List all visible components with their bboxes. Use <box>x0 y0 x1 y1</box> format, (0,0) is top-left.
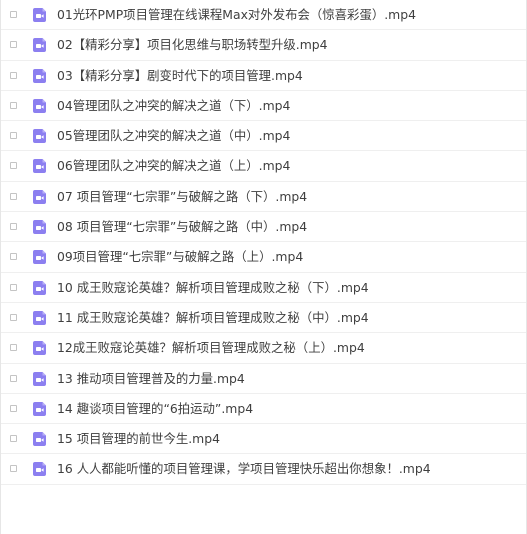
file-row[interactable]: 05管理团队之冲突的解决之道（中）.mp4 <box>1 121 526 152</box>
file-name[interactable]: 08 项目管理“七宗罪”与破解之路（中）.mp4 <box>57 212 307 242</box>
video-file-icon <box>33 432 46 447</box>
file-row[interactable]: 12成王败寇论英雄？解析项目管理成败之秘（上）.mp4 <box>1 333 526 364</box>
file-row[interactable]: 02【精彩分享】项目化思维与职场转型升级.mp4 <box>1 30 526 61</box>
file-name[interactable]: 02【精彩分享】项目化思维与职场转型升级.mp4 <box>57 30 328 60</box>
video-file-icon <box>33 220 46 235</box>
video-file-icon <box>33 371 46 386</box>
file-name[interactable]: 16 人人都能听懂的项目管理课，学项目管理快乐超出你想象！.mp4 <box>57 454 431 484</box>
row-checkbox[interactable] <box>10 223 17 231</box>
file-list: 01光环PMP项目管理在线课程Max对外发布会（惊喜彩蛋）.mp4 02【精彩分… <box>0 0 527 534</box>
file-row[interactable]: 01光环PMP项目管理在线课程Max对外发布会（惊喜彩蛋）.mp4 <box>1 0 526 31</box>
video-file-icon <box>33 341 46 356</box>
file-name[interactable]: 11 成王败寇论英雄？解析项目管理成败之秘（中）.mp4 <box>57 303 369 333</box>
video-file-icon <box>33 189 46 204</box>
row-checkbox[interactable] <box>10 374 17 382</box>
file-row[interactable]: 07 项目管理“七宗罪”与破解之路（下）.mp4 <box>1 182 526 213</box>
video-file-icon <box>33 462 46 477</box>
file-row[interactable]: 11 成王败寇论英雄？解析项目管理成败之秘（中）.mp4 <box>1 303 526 334</box>
video-file-icon <box>33 401 46 416</box>
file-row[interactable]: 10 成王败寇论英雄？解析项目管理成败之秘（下）.mp4 <box>1 273 526 303</box>
file-row[interactable]: 09项目管理“七宗罪”与破解之路（上）.mp4 <box>1 242 526 273</box>
video-file-icon <box>33 250 46 265</box>
row-checkbox[interactable] <box>10 132 17 140</box>
file-row[interactable]: 13 推动项目管理普及的力量.mp4 <box>1 364 526 394</box>
file-name[interactable]: 04管理团队之冲突的解决之道（下）.mp4 <box>57 91 290 121</box>
file-row[interactable]: 06管理团队之冲突的解决之道（上）.mp4 <box>1 151 526 182</box>
file-name[interactable]: 06管理团队之冲突的解决之道（上）.mp4 <box>57 151 290 181</box>
file-row[interactable]: 14 趣谈项目管理的“6拍运动”.mp4 <box>1 394 526 425</box>
video-file-icon <box>33 310 46 325</box>
video-file-icon <box>33 98 46 113</box>
file-row[interactable]: 16 人人都能听懂的项目管理课，学项目管理快乐超出你想象！.mp4 <box>1 454 526 485</box>
row-checkbox[interactable] <box>10 435 17 443</box>
row-checkbox[interactable] <box>10 283 17 291</box>
row-checkbox[interactable] <box>10 101 17 109</box>
file-name[interactable]: 14 趣谈项目管理的“6拍运动”.mp4 <box>57 394 253 424</box>
row-checkbox[interactable] <box>10 162 17 170</box>
file-name[interactable]: 03【精彩分享】剧变时代下的项目管理.mp4 <box>57 61 303 91</box>
video-file-icon <box>33 280 46 295</box>
file-name[interactable]: 15 项目管理的前世今生.mp4 <box>57 424 220 454</box>
file-name[interactable]: 09项目管理“七宗罪”与破解之路（上）.mp4 <box>57 242 303 272</box>
video-file-icon <box>33 8 46 22</box>
row-checkbox[interactable] <box>10 71 17 79</box>
video-file-icon <box>33 38 46 53</box>
file-row[interactable]: 04管理团队之冲突的解决之道（下）.mp4 <box>1 91 526 122</box>
file-name[interactable]: 10 成王败寇论英雄？解析项目管理成败之秘（下）.mp4 <box>57 273 369 303</box>
row-checkbox[interactable] <box>10 313 17 321</box>
row-checkbox[interactable] <box>10 11 17 18</box>
video-file-icon <box>33 159 46 174</box>
video-file-icon <box>33 129 46 144</box>
file-name[interactable]: 05管理团队之冲突的解决之道（中）.mp4 <box>57 121 290 151</box>
file-name[interactable]: 01光环PMP项目管理在线课程Max对外发布会（惊喜彩蛋）.mp4 <box>57 0 416 30</box>
file-row[interactable]: 15 项目管理的前世今生.mp4 <box>1 424 526 455</box>
file-row[interactable]: 08 项目管理“七宗罪”与破解之路（中）.mp4 <box>1 212 526 243</box>
row-checkbox[interactable] <box>10 253 17 261</box>
row-checkbox[interactable] <box>10 344 17 352</box>
file-row[interactable]: 03【精彩分享】剧变时代下的项目管理.mp4 <box>1 61 526 91</box>
row-checkbox[interactable] <box>10 404 17 412</box>
video-file-icon <box>33 68 46 83</box>
file-name[interactable]: 12成王败寇论英雄？解析项目管理成败之秘（上）.mp4 <box>57 333 365 363</box>
row-checkbox[interactable] <box>10 41 17 49</box>
file-name[interactable]: 07 项目管理“七宗罪”与破解之路（下）.mp4 <box>57 182 307 212</box>
row-checkbox[interactable] <box>10 192 17 200</box>
row-checkbox[interactable] <box>10 465 17 473</box>
file-name[interactable]: 13 推动项目管理普及的力量.mp4 <box>57 364 245 394</box>
